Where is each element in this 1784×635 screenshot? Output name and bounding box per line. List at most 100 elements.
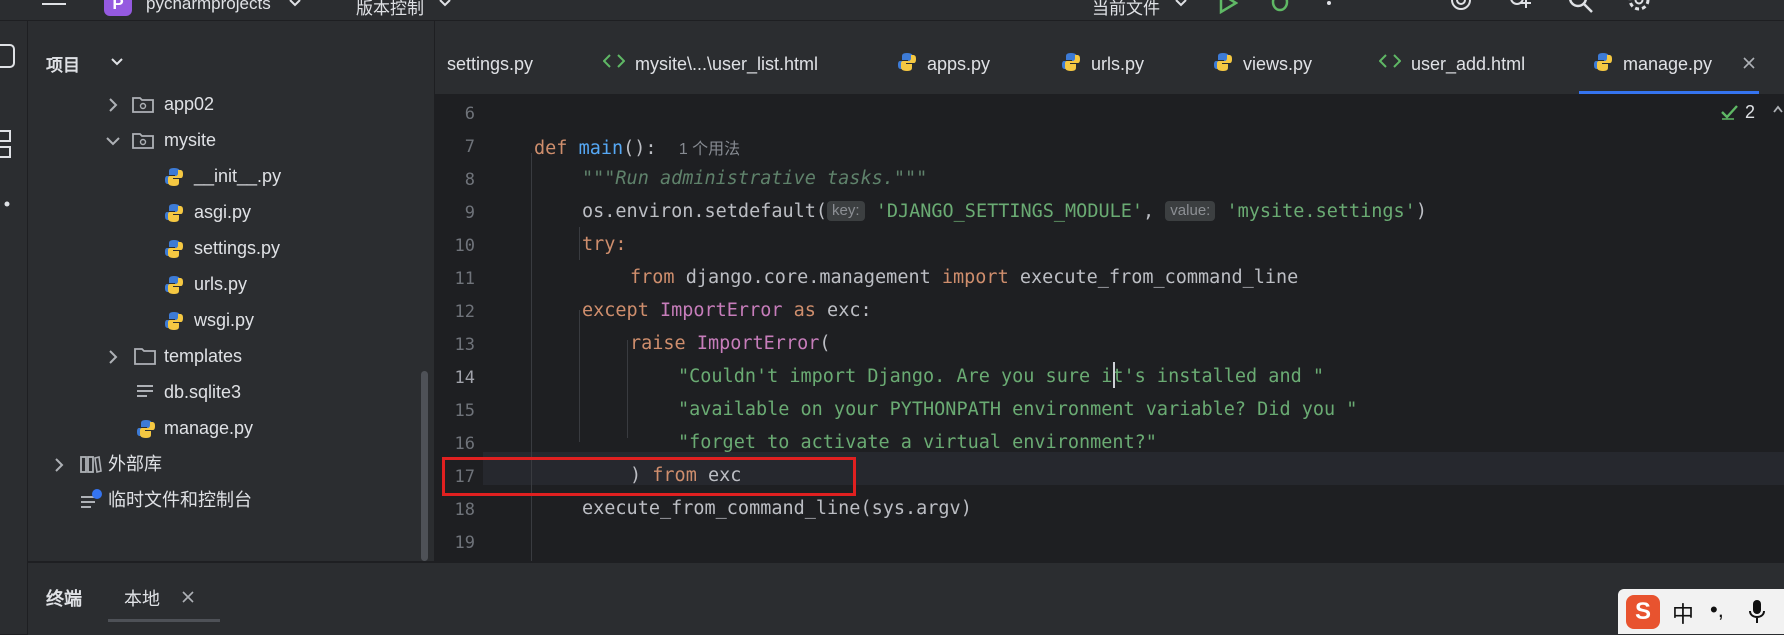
line-number: 10 — [454, 236, 475, 256]
python-file-icon — [898, 53, 916, 71]
tree-item-file[interactable]: asgi.py — [28, 195, 408, 229]
hamburger-menu-icon[interactable] — [42, 0, 68, 12]
tree-item-folder[interactable]: app02 — [28, 87, 408, 121]
tree-item-label: asgi.py — [194, 202, 252, 222]
tree-item-folder[interactable]: templates — [28, 339, 408, 373]
tree-item-file[interactable]: wsgi.py — [28, 303, 408, 337]
close-tab-icon[interactable] — [182, 591, 194, 603]
run-icon[interactable] — [1218, 0, 1238, 14]
more-tools-icon[interactable] — [4, 201, 10, 207]
usage-hint[interactable]: 1 个用法 — [679, 141, 740, 158]
tree-item-label: db.sqlite3 — [164, 382, 242, 402]
terminal-panel: 终端 本地 — [28, 562, 1784, 635]
line-number: 19 — [454, 533, 475, 553]
class-name: ImportError — [696, 333, 820, 354]
python-file-icon — [165, 240, 183, 258]
keyword-import: import — [941, 267, 1009, 288]
keyword-from: from — [630, 267, 675, 288]
tab-settings-py[interactable]: settings.py — [447, 21, 567, 94]
indent-guide — [627, 340, 628, 438]
code-line-current: "Couldn't import Django. Are you sure it… — [678, 366, 1324, 387]
line-number: 11 — [454, 269, 475, 289]
chevron-down-icon[interactable] — [110, 57, 124, 67]
run-configuration[interactable]: 当前文件 — [1092, 0, 1160, 19]
line-number-current: 14 — [454, 368, 475, 388]
structure-tool-icon[interactable] — [0, 129, 24, 161]
keyword-try: try: — [582, 234, 627, 255]
tree-item-file[interactable]: manage.py — [28, 411, 408, 445]
code-token: , — [1143, 201, 1166, 222]
tab-apps-py[interactable]: apps.py — [897, 21, 1007, 94]
ime-punctuation-toggle[interactable]: •, — [1710, 597, 1724, 623]
chevron-right-icon[interactable] — [54, 458, 64, 472]
ime-logo[interactable]: S — [1626, 595, 1660, 629]
chevron-up-icon[interactable] — [1773, 105, 1783, 113]
tree-item-label: app02 — [164, 94, 215, 114]
microphone-icon[interactable] — [1748, 599, 1766, 625]
line-number: 9 — [464, 203, 475, 223]
ime-mode-toggle[interactable]: 中 — [1672, 597, 1694, 629]
settings-gear-icon[interactable] — [1626, 0, 1652, 14]
class-name: ImportError — [659, 300, 783, 321]
line-number: 15 — [454, 401, 475, 421]
inspection-check-icon[interactable] — [1721, 104, 1741, 120]
line-number: 7 — [464, 137, 475, 157]
html-icon — [603, 54, 625, 68]
add-user-icon[interactable] — [1506, 0, 1534, 14]
terminal-tab-underline — [108, 619, 220, 622]
tab-manage-py[interactable]: manage.py — [1579, 21, 1759, 94]
tab-user-add-html[interactable]: user_add.html — [1379, 21, 1539, 94]
tree-item-external-libraries[interactable]: 外部库 — [28, 447, 408, 481]
ai-assistant-icon[interactable] — [1448, 0, 1474, 14]
code-token: ) — [1415, 201, 1427, 222]
line-number: 16 — [454, 434, 475, 454]
tree-item-file[interactable]: urls.py — [28, 267, 408, 301]
chevron-down-icon[interactable] — [438, 0, 452, 8]
tree-item-label: wsgi.py — [194, 310, 255, 330]
string-literal: "available on your PYTHONPATH environmen… — [678, 399, 1358, 420]
more-options-icon[interactable] — [1326, 0, 1332, 12]
minimize-window-icon[interactable] — [1700, 0, 1718, 4]
html-icon — [1379, 54, 1401, 68]
tree-item-file[interactable]: __init__.py — [28, 159, 408, 193]
vcs-menu[interactable]: 版本控制 — [356, 0, 424, 19]
tab-views-py[interactable]: views.py — [1213, 21, 1323, 94]
tree-item-label: 外部库 — [108, 454, 162, 474]
chevron-down-icon[interactable] — [288, 0, 302, 8]
chevron-down-icon[interactable] — [106, 136, 120, 146]
chevron-right-icon[interactable] — [108, 350, 118, 364]
line-number: 13 — [454, 335, 475, 355]
tree-item-folder[interactable]: mysite — [28, 123, 408, 157]
parameter-hint-value: value: — [1165, 201, 1216, 221]
scratch-icon — [81, 489, 102, 508]
tree-item-file[interactable]: db.sqlite3 — [28, 375, 408, 409]
editor-tab-bar: settings.py mysite\...\user_list.html ap… — [435, 21, 1784, 95]
project-tool-icon[interactable] — [0, 43, 24, 71]
debug-icon[interactable] — [1268, 0, 1292, 14]
project-scrollbar[interactable] — [421, 371, 428, 561]
project-name[interactable]: pycharmprojects — [146, 0, 271, 14]
python-file-icon — [165, 168, 183, 186]
tab-user-list-html[interactable]: mysite\...\user_list.html — [603, 21, 863, 94]
tree-item-label: mysite — [164, 130, 217, 150]
python-file-icon — [1062, 53, 1080, 71]
project-panel-title-label: 项目 — [46, 56, 80, 75]
search-icon[interactable] — [1568, 0, 1594, 14]
project-badge[interactable]: P — [104, 0, 132, 16]
inspection-count[interactable]: 2 — [1745, 102, 1755, 123]
code-line: except ImportError as exc: — [582, 300, 872, 321]
project-panel-title[interactable]: 项目 — [46, 51, 123, 76]
keyword-as: as — [793, 300, 816, 321]
tab-local-terminal[interactable]: 本地 — [124, 585, 160, 611]
close-tab-icon[interactable] — [1743, 57, 1755, 69]
folder-icon — [134, 348, 156, 365]
chevron-down-icon[interactable] — [1174, 0, 1188, 8]
ime-toolbar[interactable]: S 中 •, — [1618, 589, 1784, 634]
chevron-right-icon[interactable] — [108, 98, 118, 112]
indent-guide — [579, 227, 580, 260]
title-bar: P pycharmprojects 版本控制 当前文件 — [0, 0, 1784, 21]
tree-item-scratches[interactable]: 临时文件和控制台 — [28, 483, 408, 517]
annotation-highlight-box — [442, 457, 856, 496]
tree-item-file[interactable]: settings.py — [28, 231, 408, 265]
tab-urls-py[interactable]: urls.py — [1061, 21, 1161, 94]
